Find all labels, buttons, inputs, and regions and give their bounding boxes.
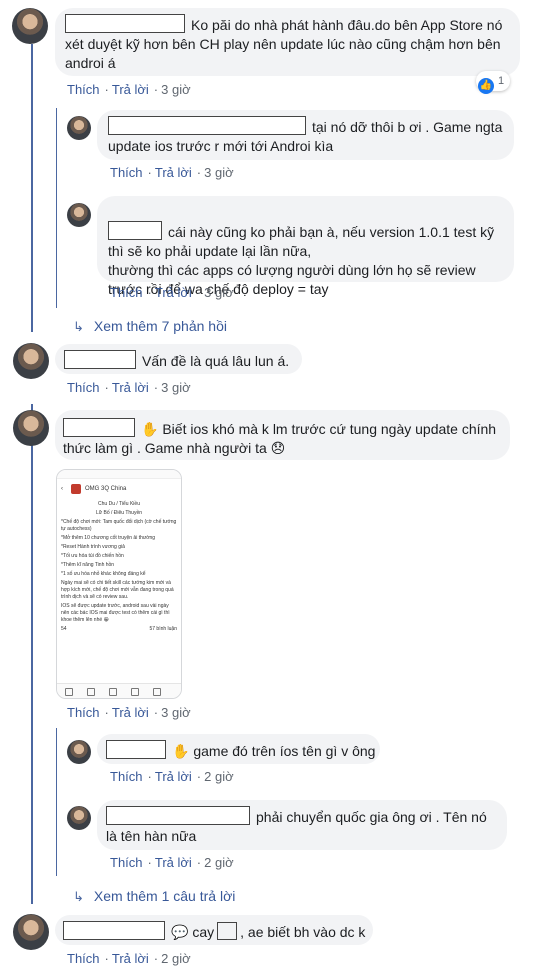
avatar[interactable]	[67, 740, 91, 764]
avatar[interactable]	[13, 410, 49, 446]
menu-icon	[153, 688, 161, 696]
like-button[interactable]: Thích	[67, 951, 100, 966]
comment-actions: Thích · Trả lời · 3 giờ	[67, 82, 191, 97]
reply-thread-line	[56, 728, 57, 876]
emoji-placeholder-icon	[217, 922, 238, 940]
comment-time[interactable]: 2 giờ	[204, 769, 234, 784]
author-name-redacted[interactable]	[106, 806, 250, 825]
app-logo-icon	[71, 484, 81, 494]
author-name-redacted[interactable]	[108, 116, 306, 135]
reply-thread-line	[56, 108, 57, 308]
author-name-redacted[interactable]	[64, 350, 136, 369]
comment-text: ✋ game đó trên íos tên gì v ông	[106, 740, 376, 761]
reply-button[interactable]: Trả lời	[155, 165, 192, 180]
comment-time[interactable]: 3 giờ	[161, 705, 191, 720]
view-more-replies[interactable]: ↳ Xem thêm 1 câu trả lời	[73, 886, 235, 906]
author-name-redacted[interactable]	[63, 418, 135, 437]
reply-button[interactable]: Trả lời	[155, 855, 192, 870]
post-header: ‹ OMG 3Q China	[61, 484, 127, 494]
comment-time[interactable]: 3 giờ	[204, 165, 234, 180]
reply-button[interactable]: Trả lời	[112, 82, 149, 97]
attached-image[interactable]: ‹ OMG 3Q China Chu Du / Tiểu Kiều Lữ Bố /…	[56, 469, 182, 699]
reply-arrow-icon: ↳	[73, 319, 84, 334]
wave-hand-icon: ✋	[172, 743, 194, 759]
speech-bubble-icon: 💬	[171, 924, 193, 940]
view-more-replies[interactable]: ↳ Xem thêm 7 phản hồi	[73, 316, 227, 336]
home-icon	[65, 688, 73, 696]
comment-text: 💬 cay, ae biết bh vào dc k	[63, 921, 373, 942]
reply-arrow-icon: ↳	[73, 889, 84, 904]
reply-button[interactable]: Trả lời	[155, 769, 192, 784]
avatar[interactable]	[67, 203, 91, 227]
like-button[interactable]: Thích	[110, 285, 143, 300]
author-name-redacted[interactable]	[63, 921, 165, 940]
likes-count: 54	[61, 626, 67, 632]
comment-time[interactable]: 2 giờ	[204, 855, 234, 870]
thread-line	[31, 404, 33, 904]
comment-time[interactable]: 2 giờ	[161, 951, 191, 966]
avatar[interactable]	[67, 116, 91, 140]
comment-actions: Thích · Trả lời · 3 giờ	[67, 705, 191, 720]
like-button[interactable]: Thích	[110, 165, 143, 180]
avatar[interactable]	[13, 343, 49, 379]
comment-time[interactable]: 3 giờ	[161, 82, 191, 97]
bell-icon	[131, 688, 139, 696]
avatar[interactable]	[12, 8, 48, 44]
reply-button[interactable]: Trả lời	[155, 285, 192, 300]
comment-time[interactable]: 3 giờ	[204, 285, 234, 300]
author-name-redacted[interactable]	[106, 740, 166, 759]
wave-hand-icon: ✋	[141, 421, 163, 437]
comment-text: ✋ Biết ios khó mà k lm trước cứ tung ngà…	[63, 418, 503, 458]
video-icon	[87, 688, 95, 696]
thread-line	[31, 44, 33, 332]
author-name-redacted[interactable]	[108, 221, 162, 240]
comment-actions: Thích · Trả lời · 3 giờ	[110, 285, 234, 300]
like-button[interactable]: Thích	[67, 380, 100, 395]
comment-actions: Thích · Trả lời · 2 giờ	[67, 951, 191, 966]
comment-text: Vấn đề là quá lâu lun á.	[64, 350, 304, 371]
reply-button[interactable]: Trả lời	[112, 951, 149, 966]
reaction-count[interactable]: 👍 1	[476, 71, 511, 94]
status-bar	[57, 470, 181, 479]
reply-button[interactable]: Trả lời	[112, 705, 149, 720]
comment-time[interactable]: 3 giờ	[161, 380, 191, 395]
author-name-redacted[interactable]	[65, 14, 185, 33]
comment-actions: Thích · Trả lời · 3 giờ	[110, 165, 234, 180]
bottom-nav	[57, 683, 181, 698]
like-button[interactable]: Thích	[67, 82, 100, 97]
comment-actions: Thích · Trả lời · 3 giờ	[67, 380, 191, 395]
comments-count: 57 bình luận	[149, 626, 177, 632]
comment-actions: Thích · Trả lời · 2 giờ	[110, 769, 234, 784]
avatar[interactable]	[13, 914, 49, 950]
like-icon: 👍	[478, 78, 494, 94]
comment-actions: Thích · Trả lời · 2 giờ	[110, 855, 234, 870]
avatar[interactable]	[67, 806, 91, 830]
like-button[interactable]: Thích	[67, 705, 100, 720]
reply-button[interactable]: Trả lời	[112, 380, 149, 395]
like-button[interactable]: Thích	[110, 769, 143, 784]
back-icon: ‹	[61, 486, 63, 492]
comment-text: phải chuyển quốc gia ông ơi . Tên nó là …	[106, 806, 501, 846]
comment-text: tại nó dỡ thôi b ơi . Game ngta update i…	[108, 116, 508, 156]
like-button[interactable]: Thích	[110, 855, 143, 870]
comment-text: Ko păi do nhà phát hành đâu.do bên App S…	[65, 14, 515, 73]
profile-icon	[109, 688, 117, 696]
